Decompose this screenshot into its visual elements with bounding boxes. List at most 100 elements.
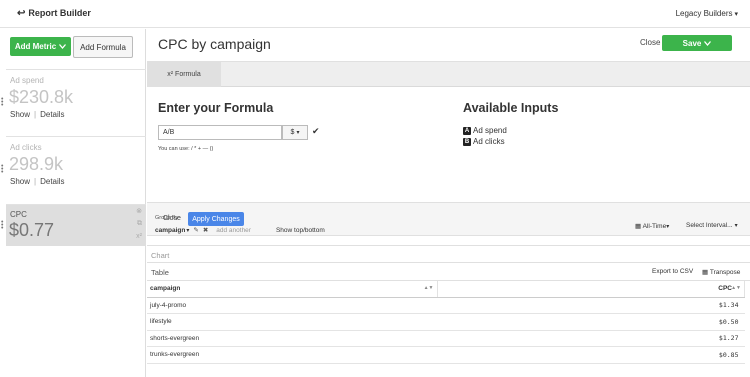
table-row: july-4-promo $1.34 xyxy=(147,297,745,314)
table-label: Table xyxy=(151,268,169,277)
table-row: trunks-evergreen $0.85 xyxy=(147,346,745,364)
metric-card-cpc[interactable]: • • • CPC $0.77 ⊗ ⧉ x² xyxy=(1,204,146,246)
metric-value: 298.9k xyxy=(9,154,64,174)
add-metric-button[interactable]: Add Metric xyxy=(10,37,71,56)
edit-pencil-icon[interactable]: ✎ xyxy=(193,226,198,234)
cell-campaign: lifestyle xyxy=(147,313,437,331)
sort-icon[interactable]: ▲▼ xyxy=(731,285,741,291)
formula-icon[interactable]: x² xyxy=(136,233,142,240)
top-bar: ↩ Report Builder Legacy Builders ▾ xyxy=(0,0,750,28)
chevron-down-icon xyxy=(704,40,712,46)
table-section-header: Table Export to CSV ▦ Transpose xyxy=(147,263,750,281)
formula-panel: x² Formula Enter your Formula Available … xyxy=(147,61,750,236)
cell-cpc: $1.34 xyxy=(437,297,745,314)
group-by-field[interactable]: campaign xyxy=(155,227,185,234)
caret-down-icon: ▾ xyxy=(734,223,738,229)
tab-formula[interactable]: x² Formula xyxy=(147,62,221,87)
caret-down-icon: ▾ xyxy=(296,130,300,136)
cell-campaign: trunks-evergreen xyxy=(147,346,437,364)
legacy-builders-menu[interactable]: Legacy Builders ▾ xyxy=(676,9,738,18)
chart-label: Chart xyxy=(151,251,170,260)
cell-campaign: shorts-evergreen xyxy=(147,330,437,347)
back-to-report-builder-link[interactable]: ↩ Report Builder xyxy=(17,8,91,19)
add-formula-button[interactable]: Add Formula xyxy=(73,36,133,58)
show-link[interactable]: Show xyxy=(10,110,30,119)
cell-cpc: $1.27 xyxy=(437,330,745,347)
back-arrow-icon: ↩ xyxy=(17,8,26,19)
input-letter-badge: B xyxy=(463,137,471,146)
caret-down-icon: ▾ xyxy=(666,224,670,230)
allowed-operators-hint: You can use: / * + — () xyxy=(158,146,214,152)
metric-value: $230.8k xyxy=(9,87,74,107)
add-formula-label: Add Formula xyxy=(80,42,126,52)
drag-handle-icon[interactable]: • • • xyxy=(1,219,4,232)
table-row: shorts-evergreen $1.27 xyxy=(147,330,745,347)
drag-handle-icon[interactable]: • • • xyxy=(1,96,4,109)
metric-name: Ad clicks xyxy=(10,143,42,152)
save-label: Save xyxy=(682,38,702,48)
apply-changes-button[interactable]: Apply Changes xyxy=(188,212,244,226)
column-header-label: CPC xyxy=(718,285,732,293)
formula-input[interactable]: A/B xyxy=(158,125,282,140)
input-name: Ad clicks xyxy=(473,137,505,146)
add-another-input[interactable]: add another xyxy=(216,227,251,234)
available-inputs-heading: Available Inputs xyxy=(463,101,559,115)
interval-value: Select Interval... xyxy=(686,222,733,229)
column-header-campaign[interactable]: campaign ▲▼ xyxy=(147,281,438,298)
chevron-down-icon: ▾ xyxy=(734,11,738,18)
save-button[interactable]: Save xyxy=(662,35,732,51)
show-top-bottom-link[interactable]: Show top/bottom xyxy=(276,227,325,234)
column-header-cpc[interactable]: CPC ▲▼ xyxy=(437,281,745,298)
main-panel: CPC by campaign Close Save x² Formula En… xyxy=(147,29,750,377)
group-by-label: Group By xyxy=(155,215,179,221)
close-button[interactable]: Close xyxy=(640,38,660,47)
grid-icon: ▦ xyxy=(702,269,709,276)
export-csv-button[interactable]: Export to CSV xyxy=(652,268,693,275)
metric-links: Show | Details xyxy=(10,177,65,186)
chevron-down-icon xyxy=(59,44,67,49)
page-title: CPC by campaign xyxy=(158,36,271,52)
remove-metric-icon[interactable]: ⊗ xyxy=(136,207,142,215)
copy-metric-icon[interactable]: ⧉ xyxy=(137,220,142,228)
metric-card-ad-clicks[interactable]: • • • Ad clicks 298.9k Show | Details xyxy=(1,136,146,204)
unit-select[interactable]: $ ▾ xyxy=(282,125,308,140)
cell-cpc: $0.85 xyxy=(437,346,745,364)
transpose-label: Transpose xyxy=(709,269,741,276)
column-header-label: campaign xyxy=(150,285,181,293)
interval-select[interactable]: Select Interval... ▾ xyxy=(686,222,738,229)
metric-value: $0.77 xyxy=(9,220,55,240)
table-row: lifestyle $0.50 xyxy=(147,313,745,331)
caret-down-icon[interactable]: ▾ xyxy=(186,227,189,234)
calendar-icon: ▦ xyxy=(635,223,642,230)
details-link[interactable]: Details xyxy=(40,110,64,119)
table-header-row: campaign ▲▼ CPC ▲▼ xyxy=(147,281,745,298)
sort-icon[interactable]: ▲▼ xyxy=(424,285,434,291)
back-label: Report Builder xyxy=(28,8,91,18)
available-input-a: A Ad spend xyxy=(463,126,507,135)
metric-name: Ad spend xyxy=(10,76,44,85)
unit-value: $ xyxy=(290,129,295,136)
results-table: campaign ▲▼ CPC ▲▼ july-4-promo $1.34 life… xyxy=(147,281,745,364)
formula-tabs: x² Formula xyxy=(147,62,750,87)
details-link[interactable]: Details xyxy=(40,177,64,186)
remove-x-icon[interactable]: ✖ xyxy=(203,226,208,234)
metric-name: CPC xyxy=(10,210,27,219)
enter-formula-heading: Enter your Formula xyxy=(158,101,274,115)
date-range-select[interactable]: ▦ All-Time▾ xyxy=(635,222,669,230)
metrics-sidebar: Add Metric Add Formula • • • Ad spend $230… xyxy=(0,29,146,377)
metric-links: Show | Details xyxy=(10,110,65,119)
confirm-check-icon[interactable]: ✔ xyxy=(312,126,320,137)
transpose-button[interactable]: ▦ Transpose xyxy=(702,268,740,276)
show-link[interactable]: Show xyxy=(10,177,30,186)
date-range-value: All-Time xyxy=(642,223,667,230)
drag-handle-icon[interactable]: • • • xyxy=(1,163,4,176)
group-by-row: campaign ▾ ✎ ✖ add another Show top/bott… xyxy=(155,226,325,235)
metric-card-ad-spend[interactable]: • • • Ad spend $230.8k Show | Details xyxy=(1,69,146,136)
chart-section-toggle[interactable]: Chart xyxy=(147,245,750,263)
available-input-b: B Ad clicks xyxy=(463,137,505,146)
cell-campaign: july-4-promo xyxy=(147,297,437,314)
legacy-builders-label: Legacy Builders xyxy=(675,9,733,18)
add-metric-label: Add Metric xyxy=(14,42,57,51)
input-letter-badge: A xyxy=(463,126,471,135)
cell-cpc: $0.50 xyxy=(437,313,745,331)
